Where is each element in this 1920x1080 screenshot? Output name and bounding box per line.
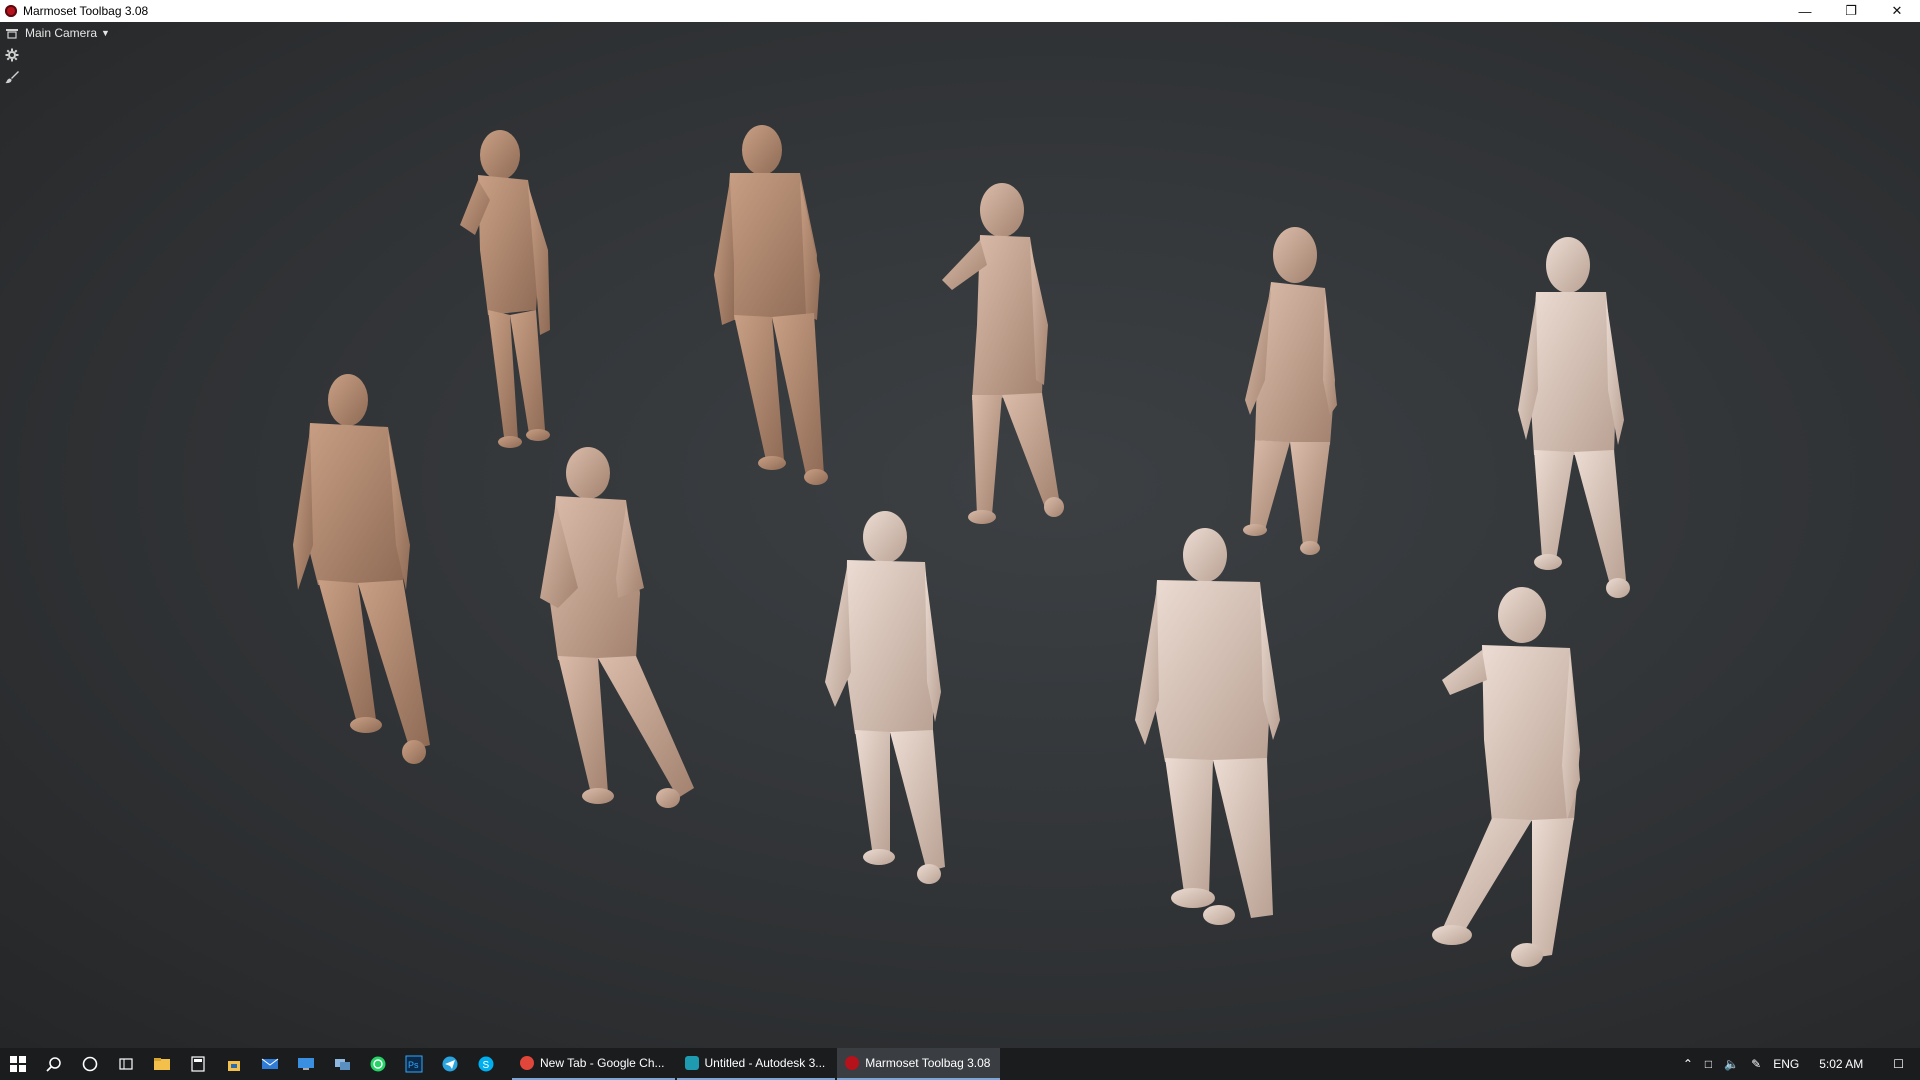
human-figure-10: [1432, 587, 1580, 967]
pen-icon[interactable]: ✎: [1745, 1057, 1767, 1071]
whatsapp-icon[interactable]: [360, 1048, 396, 1080]
marmoset-app-icon: [5, 5, 17, 17]
clock[interactable]: 5:02 AM: [1805, 1057, 1877, 1071]
3d-viewport[interactable]: Main Camera ▼: [0, 22, 1920, 1048]
taskbar-app-label: New Tab - Google Ch...: [540, 1056, 665, 1070]
network-status-icon[interactable]: □: [1699, 1057, 1718, 1071]
human-figure-6: [293, 374, 430, 764]
scene-figures: [293, 125, 1630, 967]
system-tray: ⌃ □ 🔈 ✎ ENG 5:02 AM ☐: [1677, 1048, 1920, 1080]
language-indicator[interactable]: ENG: [1767, 1057, 1805, 1071]
telegram-icon[interactable]: [432, 1048, 468, 1080]
skype-icon[interactable]: S: [468, 1048, 504, 1080]
human-figure-3: [942, 183, 1064, 524]
human-figure-8: [825, 511, 945, 884]
human-figure-7: [540, 447, 694, 808]
taskbar-app-marmoset[interactable]: Marmoset Toolbag 3.08: [837, 1048, 1001, 1080]
cortana-icon[interactable]: [72, 1048, 108, 1080]
taskbar-app-label: Untitled - Autodesk 3...: [704, 1056, 826, 1070]
minimize-icon[interactable]: —: [1782, 0, 1828, 22]
windows-start-icon[interactable]: [0, 1048, 36, 1080]
network-icon[interactable]: [324, 1048, 360, 1080]
human-figure-4: [1243, 227, 1337, 555]
chevron-up-icon[interactable]: ⌃: [1677, 1057, 1699, 1071]
restore-icon[interactable]: ❐: [1828, 0, 1874, 22]
window-title: Marmoset Toolbag 3.08: [23, 4, 149, 18]
human-figure-2: [714, 125, 828, 485]
3dsmax-icon: [684, 1056, 699, 1070]
title-bar: Marmoset Toolbag 3.08 — ❐ ✕: [0, 0, 1920, 22]
search-icon[interactable]: [36, 1048, 72, 1080]
close-icon[interactable]: ✕: [1874, 0, 1920, 22]
svg-text:Ps: Ps: [408, 1060, 419, 1070]
mail-icon[interactable]: [252, 1048, 288, 1080]
human-figure-1: [460, 130, 550, 448]
camera-label: Main Camera: [25, 26, 98, 40]
brush-icon[interactable]: [5, 70, 19, 84]
marmoset-icon: [845, 1056, 860, 1070]
taskbar-app-3dsmax[interactable]: Untitled - Autodesk 3...: [676, 1048, 836, 1080]
remote-desktop-icon[interactable]: [288, 1048, 324, 1080]
human-figure-9: [1135, 528, 1280, 925]
chrome-icon: [520, 1056, 534, 1070]
human-figure-5: [1518, 237, 1630, 598]
camera-menu[interactable]: Main Camera ▼: [5, 26, 110, 40]
calculator-icon[interactable]: [180, 1048, 216, 1080]
camera-icon: [6, 29, 18, 39]
photoshop-icon[interactable]: Ps: [396, 1048, 432, 1080]
taskbar-app-label: Marmoset Toolbag 3.08: [865, 1056, 991, 1070]
store-icon[interactable]: [216, 1048, 252, 1080]
svg-text:S: S: [483, 1060, 490, 1071]
volume-icon[interactable]: 🔈: [1718, 1057, 1745, 1071]
gear-icon[interactable]: [5, 48, 19, 62]
notification-icon[interactable]: ☐: [1877, 1057, 1920, 1071]
chevron-down-icon: ▼: [101, 28, 110, 38]
file-explorer-icon[interactable]: [144, 1048, 180, 1080]
windows-taskbar: Ps S New Tab - Google Ch... Untitled - A…: [0, 1048, 1920, 1080]
taskbar-app-chrome[interactable]: New Tab - Google Ch...: [512, 1048, 675, 1080]
task-view-icon[interactable]: [108, 1048, 144, 1080]
